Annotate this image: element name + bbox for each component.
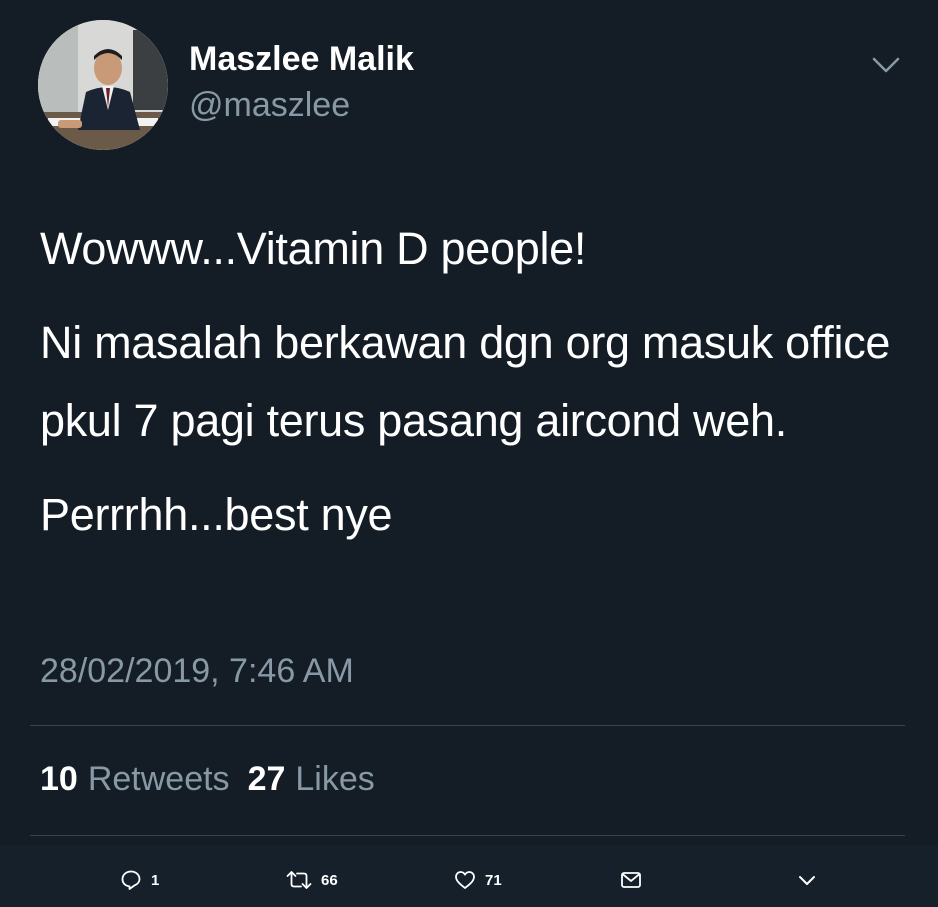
tweet-paragraph: Wowww...Vitamin D people! xyxy=(40,223,587,274)
heart-icon xyxy=(455,871,475,889)
envelope-icon xyxy=(621,872,641,888)
direct-message-button[interactable] xyxy=(620,869,642,891)
engagement-stats: 10 Retweets 27 Likes xyxy=(40,760,393,799)
retweet-count: 66 xyxy=(321,871,338,889)
reply-count: 1 xyxy=(151,871,160,889)
tweet-paragraph: Perrrhh...best nye xyxy=(40,489,393,540)
more-button[interactable] xyxy=(796,869,818,891)
chevron-down-icon xyxy=(799,876,815,885)
divider xyxy=(30,725,905,726)
divider xyxy=(30,835,905,836)
retweet-icon xyxy=(286,871,312,889)
tweet-card: Maszlee Malik @maszlee Wowww...Vitamin D… xyxy=(0,0,938,845)
tweet-paragraph: Ni masalah berkawan dgn org masuk office… xyxy=(40,317,891,446)
avatar[interactable] xyxy=(38,20,168,150)
likes-label: Likes xyxy=(295,760,375,798)
retweet-button[interactable]: 66 xyxy=(286,869,338,891)
tweet-text: Wowww...Vitamin D people! Ni masalah ber… xyxy=(40,210,920,570)
likes-count: 27 xyxy=(247,760,286,798)
reply-icon xyxy=(121,870,141,890)
display-name[interactable]: Maszlee Malik xyxy=(189,40,414,79)
retweets-label: Retweets xyxy=(87,760,230,798)
user-handle[interactable]: @maszlee xyxy=(189,86,350,125)
tweet-timestamp[interactable]: 28/02/2019, 7:46 AM xyxy=(40,652,354,691)
action-bar: 1 66 71 xyxy=(0,845,938,907)
likes-stat[interactable]: 27 Likes xyxy=(248,760,375,799)
retweets-count: 10 xyxy=(40,760,78,798)
like-button[interactable]: 71 xyxy=(454,869,502,891)
chevron-down-icon[interactable] xyxy=(866,50,906,80)
retweets-stat[interactable]: 10 Retweets xyxy=(40,760,230,799)
reply-button[interactable]: 1 xyxy=(120,869,159,891)
like-count: 71 xyxy=(485,871,502,889)
